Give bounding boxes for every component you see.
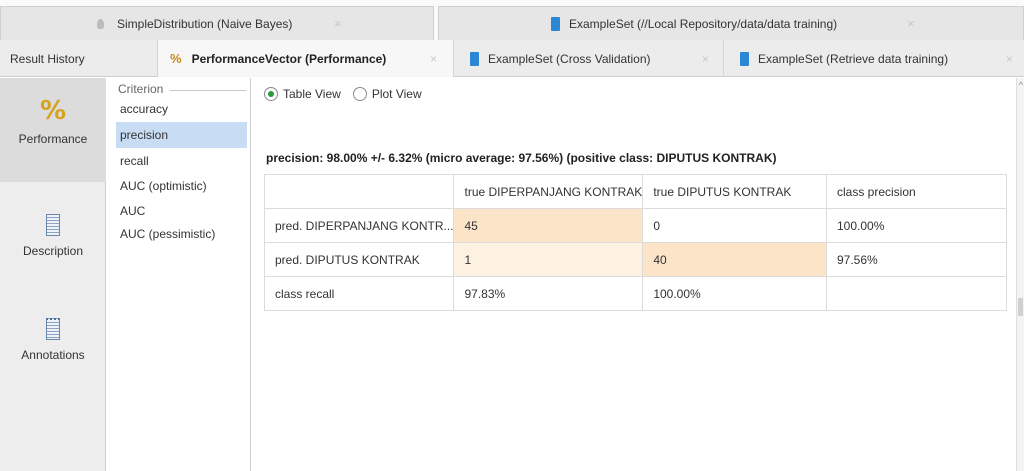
table-cell: 40 (642, 242, 827, 277)
sidebar-item-label: Annotations (21, 348, 85, 362)
table-cell: 97.83% (453, 276, 644, 311)
result-tab-bar: Result History % PerformanceVector (Perf… (0, 40, 1024, 77)
table-header-cell (263, 174, 455, 209)
tab-label: ExampleSet (//Local Repository/data/data… (569, 16, 838, 31)
table-view-radio[interactable] (264, 87, 278, 101)
view-toggle: Table View Plot View (264, 87, 434, 101)
close-icon[interactable]: × (334, 16, 342, 31)
tab-label: Result History (10, 51, 85, 66)
plot-view-radio[interactable] (352, 87, 367, 101)
performance-main-panel: Table View Plot View precision: 98.00% +… (254, 78, 1016, 471)
criterion-item-auc-optimistic[interactable]: AUC (optimistic) (116, 173, 247, 199)
confusion-matrix-table: true DIPERPANJANG KONTRAK true DIPUTUS K… (263, 174, 1007, 311)
table-cell: 1 (453, 242, 644, 277)
percent-icon: % (170, 51, 182, 66)
criterion-item-auc-pessimistic[interactable]: AUC (pessimistic) (116, 221, 247, 247)
table-row: pred. DIPERPANJANG KONTR... 45 0 100.00% (263, 208, 1007, 243)
table-header-cell: class precision (826, 174, 1007, 209)
plot-view-label[interactable]: Plot View (372, 87, 422, 101)
radio-selected-dot (268, 91, 274, 97)
table-view-label[interactable]: Table View (283, 87, 341, 101)
scroll-thumb[interactable] (1018, 298, 1023, 316)
sidebar-item-annotations[interactable]: Annotations (0, 318, 106, 388)
table-cell: 100.00% (826, 208, 1007, 243)
table-cell: pred. DIPUTUS KONTRAK (263, 242, 455, 277)
table-cell: class recall (263, 276, 455, 311)
annotations-icon (46, 318, 60, 340)
criterion-item-accuracy[interactable]: accuracy (116, 96, 247, 122)
tab-label: PerformanceVector (Performance) (191, 51, 387, 66)
tab-exampleset-cross-validation[interactable]: ExampleSet (Cross Validation) × (456, 40, 724, 77)
table-header-cell: true DIPERPANJANG KONTRAK (453, 174, 644, 209)
tab-label: ExampleSet (Cross Validation) (488, 51, 651, 66)
tab-label: SimpleDistribution (Naive Bayes) (117, 16, 293, 31)
document-icon (740, 51, 749, 66)
close-icon[interactable]: × (1006, 52, 1013, 66)
criterion-panel: Criterion accuracy precision recall AUC … (108, 78, 251, 471)
sidebar-item-label: Performance (18, 132, 88, 146)
sidebar-item-performance[interactable]: % Performance (0, 78, 106, 182)
criterion-item-recall[interactable]: recall (116, 148, 247, 174)
sidebar-item-label: Description (22, 244, 84, 258)
criterion-legend: Criterion (118, 82, 168, 96)
table-header-cell: true DIPUTUS KONTRAK (642, 174, 827, 209)
close-icon[interactable]: × (702, 52, 709, 66)
table-cell: 100.00% (642, 276, 827, 311)
performance-summary: precision: 98.00% +/- 6.32% (micro avera… (266, 151, 777, 165)
close-icon[interactable]: × (907, 16, 915, 31)
percent-icon: % (39, 96, 67, 126)
view-sidebar: % Performance Description Annotations (0, 78, 106, 471)
tab-result-history[interactable]: Result History (0, 40, 158, 77)
table-header-row: true DIPERPANJANG KONTRAK true DIPUTUS K… (263, 174, 1007, 209)
tab-exampleset-retrieve[interactable]: ExampleSet (Retrieve data training) × (726, 40, 1024, 77)
document-icon (551, 16, 560, 31)
table-cell: 0 (642, 208, 827, 243)
bulb-icon (97, 18, 104, 29)
close-icon[interactable]: × (430, 52, 437, 66)
criterion-border (170, 90, 246, 91)
vertical-scrollbar[interactable]: ^ (1016, 78, 1024, 471)
tab-simple-distribution[interactable]: SimpleDistribution (Naive Bayes) × (0, 6, 434, 40)
table-cell (826, 276, 1007, 311)
tab-exampleset-local-repository[interactable]: ExampleSet (//Local Repository/data/data… (438, 6, 1024, 40)
scroll-up-arrow-icon[interactable]: ^ (1017, 80, 1024, 90)
tab-label: ExampleSet (Retrieve data training) (758, 51, 949, 66)
criterion-item-precision[interactable]: precision (116, 122, 247, 148)
tab-performance-vector[interactable]: % PerformanceVector (Performance) × (158, 40, 454, 77)
table-row: class recall 97.83% 100.00% (263, 276, 1007, 311)
table-cell: 97.56% (826, 242, 1007, 277)
table-row: pred. DIPUTUS KONTRAK 1 40 97.56% (263, 242, 1007, 277)
table-cell: pred. DIPERPANJANG KONTR... (263, 208, 455, 243)
document-tab-bar: SimpleDistribution (Naive Bayes) × Examp… (0, 0, 1024, 40)
sidebar-item-description[interactable]: Description (0, 214, 106, 284)
table-cell: 45 (453, 208, 644, 243)
document-icon (470, 51, 479, 66)
description-icon (46, 214, 60, 236)
